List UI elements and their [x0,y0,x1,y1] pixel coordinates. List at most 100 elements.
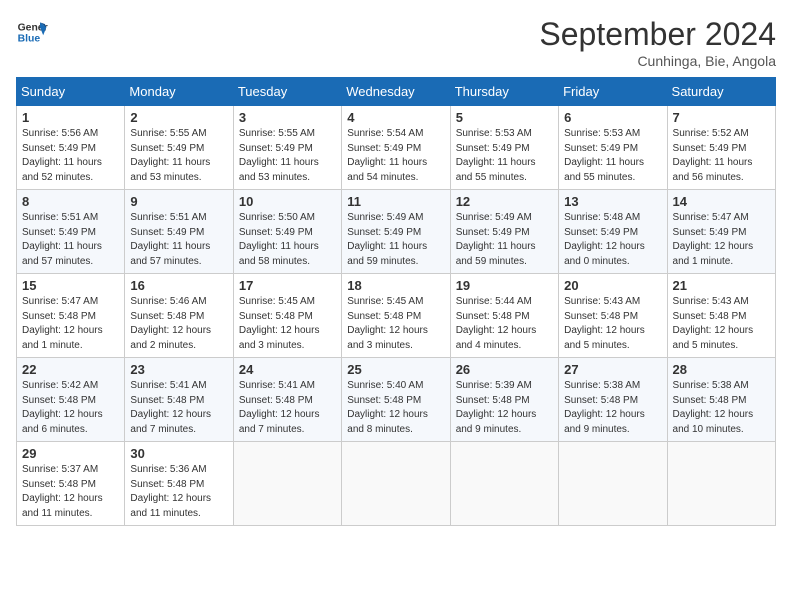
calendar-cell: 25 Sunrise: 5:40 AMSunset: 5:48 PMDayligh… [342,358,450,442]
calendar-cell: 9Sunrise: 5:51 AMSunset: 5:49 PMDaylight… [125,190,233,274]
calendar-week-1: 1 Sunrise: 5:56 AMSunset: 5:49 PMDaylight… [17,106,776,190]
day-info: Sunrise: 5:52 AMSunset: 5:49 PMDaylight:… [673,127,770,185]
calendar-cell: 23 Sunrise: 5:41 AMSunset: 5:48 PMDayligh… [125,358,233,442]
day-info: Sunrise: 5:45 AMSunset: 5:48 PMDaylight:… [347,295,444,353]
month-title: September 2024 [539,16,776,53]
day-info: Sunrise: 5:42 AMSunset: 5:48 PMDaylight:… [22,379,119,437]
weekday-header-row: SundayMondayTuesdayWednesdayThursdayFrid… [17,78,776,106]
day-number: 16 [130,278,227,293]
weekday-header-sunday: Sunday [17,78,125,106]
day-number: 13 [564,194,661,209]
day-number: 15 [22,278,119,293]
calendar-cell: 7 Sunrise: 5:52 AMSunset: 5:49 PMDaylight… [667,106,775,190]
day-info: Sunrise: 5:55 AMSunset: 5:49 PMDaylight:… [130,127,227,185]
calendar-cell [667,442,775,526]
day-info: Sunrise: 5:53 AMSunset: 5:49 PMDaylight:… [564,127,661,185]
title-block: September 2024 Cunhinga, Bie, Angola [539,16,776,69]
weekday-header-thursday: Thursday [450,78,558,106]
calendar-cell [559,442,667,526]
day-info: Sunrise: 5:56 AMSunset: 5:49 PMDaylight:… [22,127,119,185]
calendar-cell: 28 Sunrise: 5:38 AMSunset: 5:48 PMDayligh… [667,358,775,442]
day-number: 30 [130,446,227,461]
calendar-table: SundayMondayTuesdayWednesdayThursdayFrid… [16,77,776,526]
day-number: 8 [22,194,119,209]
day-info: Sunrise: 5:43 AMSunset: 5:48 PMDaylight:… [673,295,770,353]
day-number: 28 [673,362,770,377]
day-info: Sunrise: 5:36 AMSunset: 5:48 PMDaylight:… [130,463,227,521]
day-info: Sunrise: 5:38 AMSunset: 5:48 PMDaylight:… [673,379,770,437]
day-number: 20 [564,278,661,293]
calendar-cell: 16 Sunrise: 5:46 AMSunset: 5:48 PMDayligh… [125,274,233,358]
weekday-header-tuesday: Tuesday [233,78,341,106]
calendar-cell [450,442,558,526]
calendar-week-2: 8 Sunrise: 5:51 AMSunset: 5:49 PMDaylight… [17,190,776,274]
day-info: Sunrise: 5:40 AMSunset: 5:48 PMDaylight:… [347,379,444,437]
calendar-cell: 27 Sunrise: 5:38 AMSunset: 5:48 PMDayligh… [559,358,667,442]
calendar-cell: 17Sunrise: 5:45 AMSunset: 5:48 PMDayligh… [233,274,341,358]
day-number: 12 [456,194,553,209]
logo: General Blue [16,16,48,48]
logo-icon: General Blue [16,16,48,48]
day-info: Sunrise: 5:43 AMSunset: 5:48 PMDaylight:… [564,295,661,353]
calendar-cell: 11Sunrise: 5:49 AMSunset: 5:49 PMDayligh… [342,190,450,274]
svg-text:Blue: Blue [18,34,41,45]
calendar-cell: 4 Sunrise: 5:54 AMSunset: 5:49 PMDaylight… [342,106,450,190]
calendar-week-3: 15 Sunrise: 5:47 AMSunset: 5:48 PMDayligh… [17,274,776,358]
day-info: Sunrise: 5:55 AMSunset: 5:49 PMDaylight:… [239,127,336,185]
calendar-cell: 10Sunrise: 5:50 AMSunset: 5:49 PMDayligh… [233,190,341,274]
weekday-header-saturday: Saturday [667,78,775,106]
calendar-cell: 18 Sunrise: 5:45 AMSunset: 5:48 PMDayligh… [342,274,450,358]
calendar-cell: 14Sunrise: 5:47 AMSunset: 5:49 PMDayligh… [667,190,775,274]
day-number: 4 [347,110,444,125]
day-number: 6 [564,110,661,125]
day-number: 29 [22,446,119,461]
day-number: 24 [239,362,336,377]
day-info: Sunrise: 5:48 AMSunset: 5:49 PMDaylight:… [564,211,661,269]
calendar-cell: 13 Sunrise: 5:48 AMSunset: 5:49 PMDayligh… [559,190,667,274]
day-number: 26 [456,362,553,377]
calendar-cell: 3 Sunrise: 5:55 AMSunset: 5:49 PMDaylight… [233,106,341,190]
calendar-cell: 24Sunrise: 5:41 AMSunset: 5:48 PMDayligh… [233,358,341,442]
calendar-cell: 12 Sunrise: 5:49 AMSunset: 5:49 PMDayligh… [450,190,558,274]
day-number: 27 [564,362,661,377]
location-subtitle: Cunhinga, Bie, Angola [539,53,776,69]
day-number: 23 [130,362,227,377]
calendar-cell: 6 Sunrise: 5:53 AMSunset: 5:49 PMDaylight… [559,106,667,190]
weekday-header-wednesday: Wednesday [342,78,450,106]
day-info: Sunrise: 5:44 AMSunset: 5:48 PMDaylight:… [456,295,553,353]
day-number: 18 [347,278,444,293]
calendar-cell: 26Sunrise: 5:39 AMSunset: 5:48 PMDayligh… [450,358,558,442]
page-header: General Blue September 2024 Cunhinga, Bi… [16,16,776,69]
calendar-cell: 30 Sunrise: 5:36 AMSunset: 5:48 PMDayligh… [125,442,233,526]
day-info: Sunrise: 5:37 AMSunset: 5:48 PMDaylight:… [22,463,119,521]
day-info: Sunrise: 5:51 AMSunset: 5:49 PMDaylight:… [130,211,227,269]
day-number: 11 [347,194,444,209]
day-info: Sunrise: 5:54 AMSunset: 5:49 PMDaylight:… [347,127,444,185]
day-info: Sunrise: 5:41 AMSunset: 5:48 PMDaylight:… [130,379,227,437]
weekday-header-friday: Friday [559,78,667,106]
day-info: Sunrise: 5:49 AMSunset: 5:49 PMDaylight:… [456,211,553,269]
day-number: 22 [22,362,119,377]
day-info: Sunrise: 5:38 AMSunset: 5:48 PMDaylight:… [564,379,661,437]
day-number: 3 [239,110,336,125]
calendar-cell: 2Sunrise: 5:55 AMSunset: 5:49 PMDaylight… [125,106,233,190]
weekday-header-monday: Monday [125,78,233,106]
day-number: 17 [239,278,336,293]
calendar-cell: 22 Sunrise: 5:42 AMSunset: 5:48 PMDayligh… [17,358,125,442]
day-info: Sunrise: 5:47 AMSunset: 5:48 PMDaylight:… [22,295,119,353]
day-info: Sunrise: 5:50 AMSunset: 5:49 PMDaylight:… [239,211,336,269]
day-info: Sunrise: 5:46 AMSunset: 5:48 PMDaylight:… [130,295,227,353]
calendar-cell: 5Sunrise: 5:53 AMSunset: 5:49 PMDaylight… [450,106,558,190]
calendar-cell: 21Sunrise: 5:43 AMSunset: 5:48 PMDayligh… [667,274,775,358]
day-number: 1 [22,110,119,125]
calendar-cell: 29 Sunrise: 5:37 AMSunset: 5:48 PMDayligh… [17,442,125,526]
day-number: 14 [673,194,770,209]
day-number: 5 [456,110,553,125]
calendar-cell: 15 Sunrise: 5:47 AMSunset: 5:48 PMDayligh… [17,274,125,358]
day-info: Sunrise: 5:51 AMSunset: 5:49 PMDaylight:… [22,211,119,269]
calendar-week-5: 29 Sunrise: 5:37 AMSunset: 5:48 PMDayligh… [17,442,776,526]
day-number: 19 [456,278,553,293]
day-number: 25 [347,362,444,377]
calendar-cell: 8 Sunrise: 5:51 AMSunset: 5:49 PMDaylight… [17,190,125,274]
day-number: 7 [673,110,770,125]
